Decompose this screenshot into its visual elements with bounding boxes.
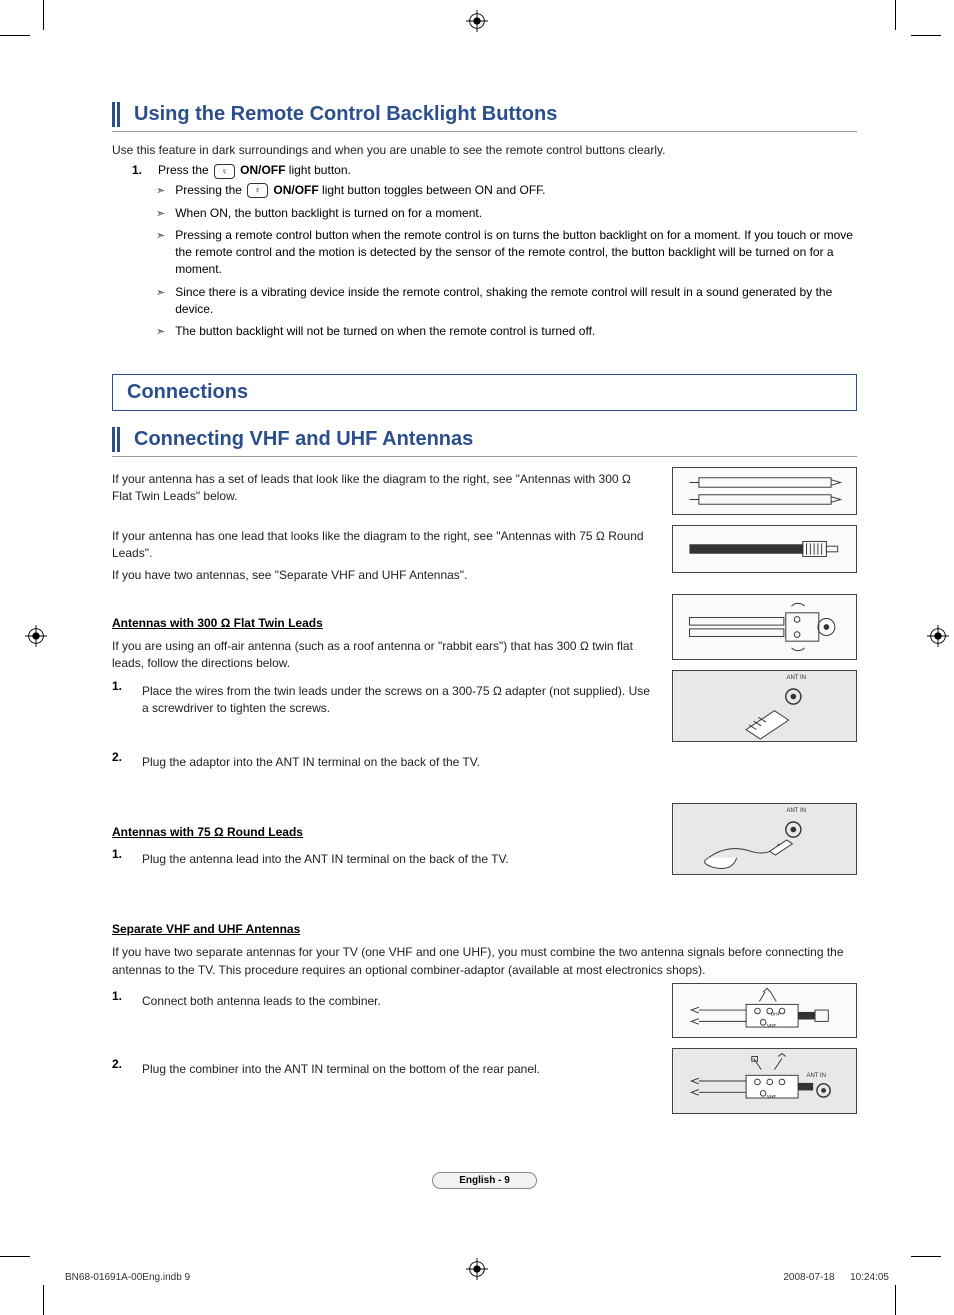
- step-item: 1.Place the wires from the twin leads un…: [112, 679, 654, 722]
- paragraph: If your antenna has one lead that looks …: [112, 528, 654, 563]
- step-number: 1.: [132, 163, 146, 178]
- diagram-combiner: UHF VHF: [672, 983, 857, 1038]
- subheading: Separate VHF and UHF Antennas: [112, 922, 857, 936]
- chapter-title: Connections: [127, 381, 842, 404]
- note-item: ➣The button backlight will not be turned…: [156, 323, 857, 340]
- note-item: ➣Since there is a vibrating device insid…: [156, 284, 857, 318]
- light-icon: ♀: [247, 183, 268, 198]
- page-number: English - 9: [432, 1172, 537, 1189]
- chapter-heading-connections: Connections: [112, 374, 857, 411]
- footer-timestamp: 2008-07-18 10:24:05: [783, 1272, 889, 1283]
- arrow-icon: ➣: [156, 229, 165, 277]
- step-list: 1.Connect both antenna leads to the comb…: [112, 989, 654, 1082]
- paragraph: If you are using an off-air antenna (suc…: [112, 638, 654, 673]
- subheading: Antennas with 300 Ω Flat Twin Leads: [112, 616, 654, 630]
- ant-in-label: ANT IN: [786, 808, 806, 814]
- step-item: 1. Press the ♀ ON/OFF light button.: [132, 163, 857, 178]
- step-item: 2.Plug the adaptor into the ANT IN termi…: [112, 750, 654, 775]
- diagram-combiner-antin: ANT IN VHF: [672, 1048, 857, 1114]
- section-title: Connecting VHF and UHF Antennas: [134, 425, 473, 456]
- diagram-antin-round: ANT IN: [672, 803, 857, 875]
- paragraph: If your antenna has a set of leads that …: [112, 471, 654, 506]
- svg-text:UHF: UHF: [770, 1011, 780, 1017]
- note-item: ➣Pressing a remote control button when t…: [156, 227, 857, 277]
- ant-in-label: ANT IN: [806, 1073, 826, 1079]
- step-list: 1.Place the wires from the twin leads un…: [112, 679, 654, 775]
- step-item: 1.Connect both antenna leads to the comb…: [112, 989, 654, 1014]
- arrow-icon: ➣: [156, 286, 165, 318]
- section-heading-backlight: Using the Remote Control Backlight Butto…: [112, 100, 857, 132]
- step-item: 2.Plug the combiner into the ANT IN term…: [112, 1057, 654, 1082]
- ant-in-label: ANT IN: [786, 675, 806, 681]
- paragraph: If you have two separate antennas for yo…: [112, 944, 857, 979]
- arrow-icon: ➣: [156, 184, 165, 199]
- footer: BN68-01691A-00Eng.indb 9 2008-07-18 10:2…: [65, 1272, 889, 1283]
- light-icon: ♀: [214, 164, 235, 179]
- diagram-adapter: [672, 594, 857, 660]
- diagram-twin-lead: [672, 467, 857, 515]
- arrow-icon: ➣: [156, 325, 165, 340]
- subheading: Antennas with 75 Ω Round Leads: [112, 825, 654, 839]
- arrow-icon: ➣: [156, 207, 165, 222]
- step-item: 1.Plug the antenna lead into the ANT IN …: [112, 847, 654, 872]
- page-number-wrap: English - 9: [112, 1172, 857, 1189]
- step-list: 1.Plug the antenna lead into the ANT IN …: [112, 847, 654, 872]
- section-heading-antennas: Connecting VHF and UHF Antennas: [112, 425, 857, 457]
- step-text: Press the ♀ ON/OFF light button.: [158, 163, 857, 178]
- page-content: Using the Remote Control Backlight Butto…: [0, 0, 954, 1249]
- paragraph: If you have two antennas, see "Separate …: [112, 567, 654, 584]
- step-list: 1. Press the ♀ ON/OFF light button.: [112, 163, 857, 178]
- section-title: Using the Remote Control Backlight Butto…: [134, 100, 557, 131]
- note-list: ➣ Pressing the ♀ ON/OFF light button tog…: [112, 182, 857, 340]
- svg-text:VHF: VHF: [766, 1023, 776, 1029]
- diagram-antin-adapter: ANT IN: [672, 670, 857, 742]
- svg-text:VHF: VHF: [766, 1094, 776, 1100]
- note-item: ➣ Pressing the ♀ ON/OFF light button tog…: [156, 182, 857, 199]
- note-item: ➣When ON, the button backlight is turned…: [156, 205, 857, 222]
- intro-text: Use this feature in dark surroundings an…: [112, 142, 857, 159]
- diagram-round-lead: [672, 525, 857, 573]
- footer-filename: BN68-01691A-00Eng.indb 9: [65, 1272, 190, 1283]
